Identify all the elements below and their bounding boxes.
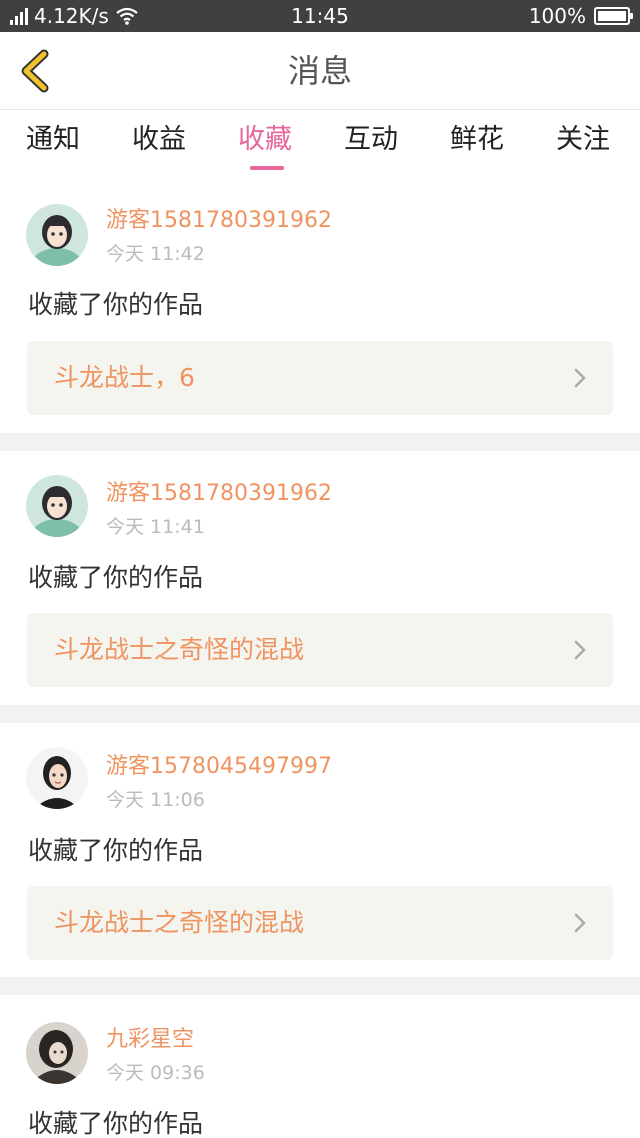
timestamp: 今天 09:36 bbox=[106, 1062, 205, 1084]
work-link[interactable]: 斗龙战士之奇怪的混战 bbox=[27, 613, 613, 687]
tab-flowers[interactable]: 鲜花 bbox=[450, 122, 504, 158]
avatar[interactable] bbox=[26, 204, 88, 266]
timestamp: 今天 11:06 bbox=[106, 789, 205, 811]
message-card: 九彩星空 今天 09:36 收藏了你的作品 bbox=[0, 995, 640, 1138]
avatar[interactable] bbox=[26, 1022, 88, 1084]
timestamp: 今天 11:42 bbox=[106, 243, 205, 265]
username[interactable]: 游客1578045497997 bbox=[106, 753, 332, 781]
page-title: 消息 bbox=[287, 52, 352, 90]
work-title: 斗龙战士之奇怪的混战 bbox=[54, 908, 305, 937]
chevron-right-icon bbox=[574, 368, 586, 388]
action-text: 收藏了你的作品 bbox=[28, 1109, 204, 1138]
tab-notification[interactable]: 通知 bbox=[26, 122, 80, 158]
battery-icon bbox=[594, 7, 633, 25]
status-right: 100% bbox=[528, 4, 633, 28]
divider bbox=[0, 433, 640, 451]
avatar[interactable] bbox=[26, 475, 88, 537]
username[interactable]: 游客1581780391962 bbox=[106, 480, 332, 508]
message-card: 游客1581780391962 今天 11:41 收藏了你的作品 斗龙战士之奇怪… bbox=[0, 451, 640, 705]
chevron-right-icon bbox=[574, 913, 586, 933]
username[interactable]: 九彩星空 bbox=[106, 1026, 194, 1054]
action-text: 收藏了你的作品 bbox=[28, 563, 204, 592]
action-text: 收藏了你的作品 bbox=[28, 836, 204, 865]
tab-favorites[interactable]: 收藏 bbox=[238, 122, 292, 158]
tab-interaction[interactable]: 互动 bbox=[344, 122, 398, 158]
tab-bar: 通知 收益 收藏 互动 鲜花 关注 bbox=[0, 110, 640, 180]
work-link[interactable]: 斗龙战士，6 bbox=[27, 341, 613, 415]
timestamp: 今天 11:41 bbox=[106, 516, 205, 538]
work-title: 斗龙战士，6 bbox=[54, 363, 195, 392]
divider bbox=[0, 977, 640, 995]
message-card: 游客1578045497997 今天 11:06 收藏了你的作品 斗龙战士之奇怪… bbox=[0, 723, 640, 977]
tab-active-indicator bbox=[250, 166, 284, 170]
work-link[interactable]: 斗龙战士之奇怪的混战 bbox=[27, 886, 613, 960]
message-card: 游客1581780391962 今天 11:42 收藏了你的作品 斗龙战士，6 bbox=[0, 180, 640, 433]
divider bbox=[0, 705, 640, 723]
chevron-right-icon bbox=[574, 640, 586, 660]
battery-fill bbox=[598, 11, 626, 21]
username[interactable]: 游客1581780391962 bbox=[106, 207, 332, 235]
work-title: 斗龙战士之奇怪的混战 bbox=[54, 635, 305, 664]
status-bar: 4.12K/s 11:45 100% bbox=[0, 0, 640, 32]
battery-percent: 100% bbox=[528, 4, 586, 28]
tab-following[interactable]: 关注 bbox=[556, 122, 610, 158]
header: 消息 bbox=[0, 32, 640, 110]
tab-earnings[interactable]: 收益 bbox=[132, 122, 186, 158]
avatar[interactable] bbox=[26, 747, 88, 809]
action-text: 收藏了你的作品 bbox=[28, 290, 204, 319]
